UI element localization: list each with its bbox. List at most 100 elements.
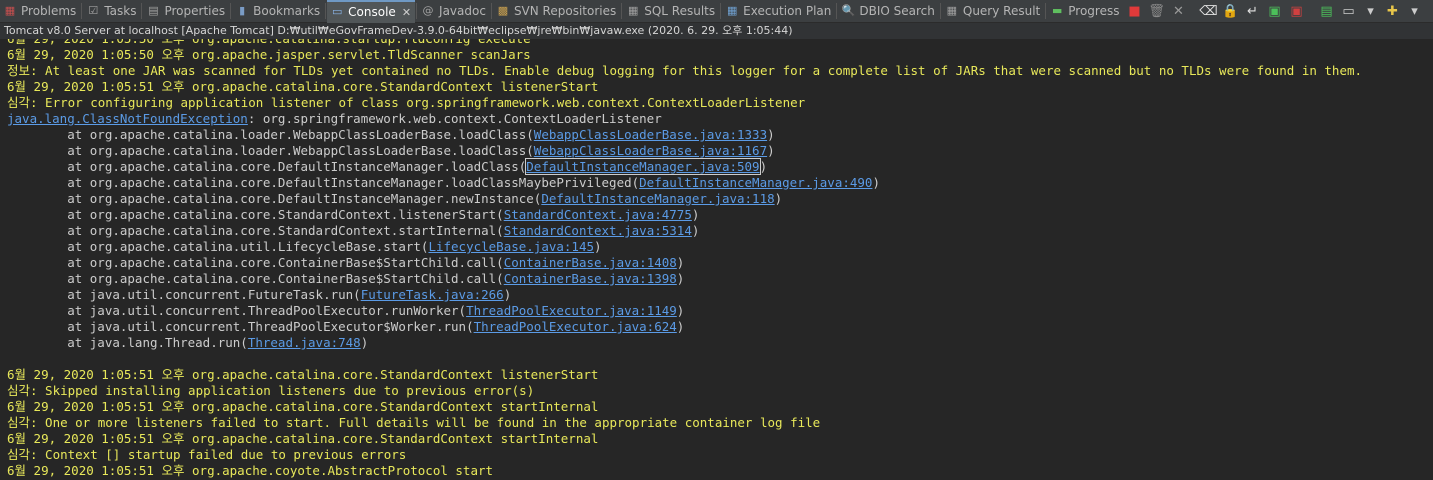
tab-properties[interactable]: ▤ Properties bbox=[143, 0, 229, 23]
tab-query-result[interactable]: ▦ Query Result bbox=[942, 0, 1044, 23]
console-line: 6월 29, 2020 1:05:51 오후 org.apache.coyote… bbox=[7, 463, 1362, 479]
tab-separator bbox=[490, 3, 492, 19]
tab-label: Query Result bbox=[962, 4, 1041, 18]
tab-label: Console bbox=[348, 5, 396, 19]
tab-separator bbox=[325, 3, 327, 19]
console-line: 6월 29, 2020 1:05:50 오후 org.apache.catali… bbox=[7, 39, 1362, 47]
console-line: 6월 29, 2020 1:05:51 오후 org.apache.catali… bbox=[7, 79, 1362, 95]
remove-launch-icon[interactable]: 🗑 bbox=[1145, 1, 1167, 21]
svn-icon: ▩ bbox=[497, 4, 509, 17]
console-text: at java.util.concurrent.ThreadPoolExecut… bbox=[7, 303, 467, 318]
console-text: : org.springframework.web.context.Contex… bbox=[247, 111, 662, 126]
tab-sql-results[interactable]: ▦ SQL Results bbox=[623, 0, 719, 23]
tab-separator bbox=[720, 3, 722, 19]
console-line: java.lang.ClassNotFoundException: org.sp… bbox=[7, 111, 1362, 127]
console-line: at org.apache.catalina.core.DefaultInsta… bbox=[7, 191, 1362, 207]
stack-trace-link[interactable]: StandardContext.java:5314 bbox=[504, 223, 692, 238]
tab-label: Tasks bbox=[104, 4, 137, 18]
console-text: at org.apache.catalina.core.ContainerBas… bbox=[7, 255, 504, 270]
console-text: 6월 29, 2020 1:05:51 오후 org.apache.catali… bbox=[7, 399, 599, 414]
tab-svn-repositories[interactable]: ▩ SVN Repositories bbox=[493, 0, 620, 23]
stack-trace-link[interactable]: DefaultInstanceManager.java:509 bbox=[525, 158, 761, 175]
stack-trace-link[interactable]: DefaultInstanceManager.java:118 bbox=[541, 191, 774, 206]
scroll-lock-icon[interactable]: 🔒 bbox=[1219, 1, 1241, 21]
tab-label: Javadoc bbox=[439, 4, 486, 18]
tab-problems[interactable]: ▦ Problems bbox=[0, 0, 80, 23]
console-text: at org.apache.catalina.core.ContainerBas… bbox=[7, 271, 504, 286]
console-line: 6월 29, 2020 1:05:51 오후 org.apache.catali… bbox=[7, 431, 1362, 447]
stack-trace-link[interactable]: DefaultInstanceManager.java:490 bbox=[639, 175, 872, 190]
display-console-icon[interactable]: ▭ bbox=[1337, 1, 1359, 21]
dropdown-icon[interactable]: ▾ bbox=[1403, 1, 1425, 21]
console-text: ) bbox=[676, 255, 685, 270]
clear-console-icon[interactable]: ⌫ bbox=[1197, 1, 1219, 21]
console-text: ) bbox=[774, 191, 783, 206]
console-lines: 6월 29, 2020 1:05:50 오후 org.apache.catali… bbox=[7, 39, 1362, 480]
tab-bookmarks[interactable]: ▮ Bookmarks bbox=[232, 0, 324, 23]
stack-trace-link[interactable]: WebappClassLoaderBase.java:1333 bbox=[534, 127, 767, 142]
console-line: 6월 29, 2020 1:05:51 오후 org.apache.catali… bbox=[7, 399, 1362, 415]
console-text: at java.util.concurrent.ThreadPoolExecut… bbox=[7, 319, 474, 334]
console-text: ) bbox=[676, 303, 685, 318]
remove-all-terminated-icon[interactable]: ✕ bbox=[1167, 1, 1189, 21]
console-line: at org.apache.catalina.loader.WebappClas… bbox=[7, 143, 1362, 159]
tab-label: Execution Plan bbox=[743, 4, 832, 18]
tab-separator bbox=[1045, 3, 1047, 19]
tab-console[interactable]: ▭ Console ✕ bbox=[327, 0, 416, 23]
console-text: 심각: One or more listeners failed to star… bbox=[7, 415, 821, 430]
stack-trace-link[interactable]: ContainerBase.java:1398 bbox=[504, 271, 677, 286]
tasks-icon: ☑ bbox=[88, 4, 99, 17]
console-line: at org.apache.catalina.util.LifecycleBas… bbox=[7, 239, 1362, 255]
stack-trace-link[interactable]: StandardContext.java:4775 bbox=[504, 207, 692, 222]
console-text: ) bbox=[691, 207, 700, 222]
tab-label: SVN Repositories bbox=[513, 4, 617, 18]
tab-progress[interactable]: ▬ Progress bbox=[1047, 0, 1123, 23]
console-text: 6월 29, 2020 1:05:51 오후 org.apache.catali… bbox=[7, 431, 599, 446]
console-line: at org.apache.catalina.core.DefaultInsta… bbox=[7, 158, 1362, 175]
stack-trace-link[interactable]: ThreadPoolExecutor.java:1149 bbox=[466, 303, 677, 318]
terminate-icon[interactable]: ■ bbox=[1123, 1, 1145, 21]
stack-trace-link[interactable]: ThreadPoolExecutor.java:624 bbox=[474, 319, 677, 334]
console-text: 심각: Error configuring application listen… bbox=[7, 95, 806, 110]
stack-trace-link[interactable]: WebappClassLoaderBase.java:1167 bbox=[534, 143, 767, 158]
stack-trace-link[interactable]: ContainerBase.java:1408 bbox=[504, 255, 677, 270]
console-line: 심각: Error configuring application listen… bbox=[7, 95, 1362, 111]
console-text: at org.apache.catalina.util.LifecycleBas… bbox=[7, 239, 429, 254]
process-description: Tomcat v8.0 Server at localhost [Apache … bbox=[0, 23, 1433, 39]
stack-trace-link[interactable]: LifecycleBase.java:145 bbox=[428, 239, 594, 254]
console-text: at org.apache.catalina.core.StandardCont… bbox=[7, 223, 504, 238]
console-output[interactable]: 6월 29, 2020 1:05:50 오후 org.apache.catali… bbox=[0, 39, 1433, 480]
stack-trace-link[interactable]: FutureTask.java:266 bbox=[361, 287, 504, 302]
properties-icon: ▤ bbox=[148, 4, 159, 17]
console-icon: ▭ bbox=[331, 5, 343, 18]
stack-trace-link[interactable]: java.lang.ClassNotFoundException bbox=[7, 111, 248, 126]
tab-execution-plan[interactable]: ▦ Execution Plan bbox=[722, 0, 835, 23]
stack-trace-link[interactable]: Thread.java:748 bbox=[248, 335, 361, 350]
tab-dbio-search[interactable]: 🔍 DBIO Search bbox=[838, 0, 939, 23]
console-text: 6월 29, 2020 1:05:51 오후 org.apache.catali… bbox=[7, 367, 599, 382]
word-wrap-icon[interactable]: ↵ bbox=[1241, 1, 1263, 21]
show-stdout-icon[interactable]: ▣ bbox=[1263, 1, 1285, 21]
console-text: ) bbox=[767, 143, 775, 158]
tab-label: Problems bbox=[21, 4, 77, 18]
close-icon[interactable]: ✕ bbox=[402, 6, 411, 19]
bookmark-icon: ▮ bbox=[239, 4, 246, 17]
show-stderr-icon[interactable]: ▣ bbox=[1285, 1, 1307, 21]
console-line: 정보: At least one JAR was scanned for TLD… bbox=[7, 63, 1362, 79]
console-text: 6월 29, 2020 1:05:51 오후 org.apache.catali… bbox=[7, 79, 599, 94]
console-text: ) bbox=[594, 239, 602, 254]
console-line: at org.apache.catalina.core.ContainerBas… bbox=[7, 271, 1362, 287]
tab-javadoc[interactable]: @ Javadoc bbox=[418, 0, 490, 23]
console-text: at org.apache.catalina.core.StandardCont… bbox=[7, 207, 504, 222]
tab-separator bbox=[939, 3, 941, 19]
tab-tasks[interactable]: ☑ Tasks bbox=[83, 0, 140, 23]
tab-separator bbox=[81, 3, 83, 19]
tab-label: DBIO Search bbox=[859, 4, 935, 18]
dropdown-icon[interactable]: ▾ bbox=[1359, 1, 1381, 21]
console-line: 6월 29, 2020 1:05:50 오후 org.apache.jasper… bbox=[7, 47, 1362, 63]
console-text: at org.apache.catalina.core.DefaultInsta… bbox=[7, 191, 542, 206]
tab-label: Properties bbox=[164, 4, 226, 18]
pin-console-icon[interactable]: ▤ bbox=[1315, 1, 1337, 21]
open-console-icon[interactable]: ✚ bbox=[1381, 1, 1403, 21]
console-text: ) bbox=[767, 127, 775, 142]
